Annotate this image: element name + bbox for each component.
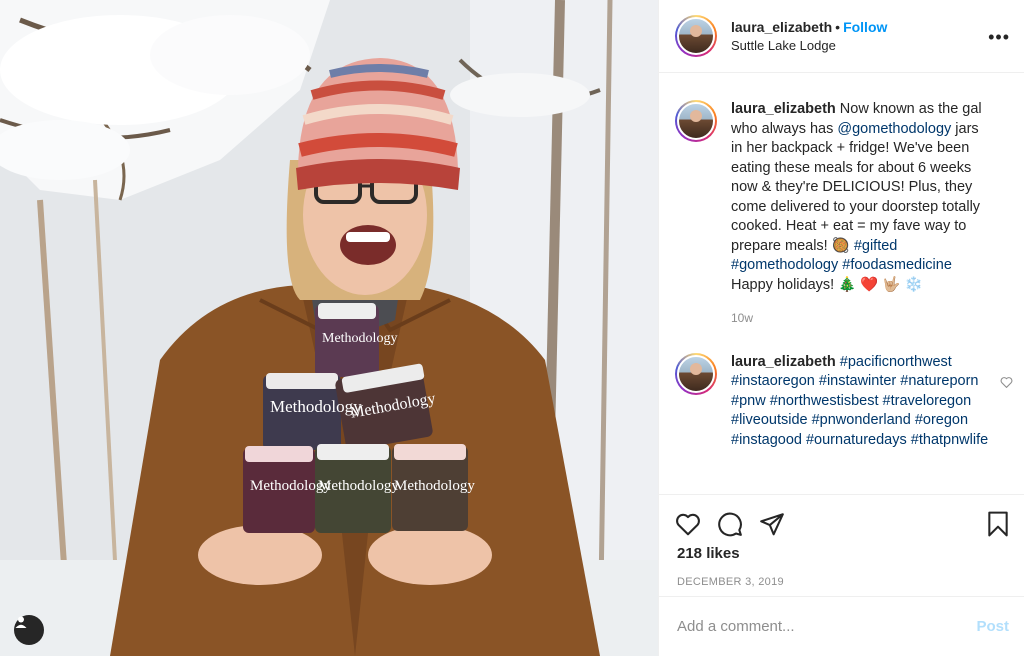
- hashtag-link[interactable]: #liveoutside: [731, 412, 808, 428]
- avatar[interactable]: [675, 15, 717, 57]
- jar-label-1: Methodology: [322, 331, 397, 346]
- post-photo[interactable]: Methodology Methodology Methodology Meth…: [0, 0, 658, 656]
- comment-username[interactable]: laura_elizabeth: [731, 354, 836, 370]
- mention-link[interactable]: @gomethodology: [837, 121, 951, 137]
- caption-body: laura_elizabeth Now known as the gal who…: [731, 100, 991, 329]
- add-comment-bar: Post: [659, 596, 1024, 656]
- hashtag-link[interactable]: #thatpnwlife: [911, 432, 988, 448]
- post-header: laura_elizabeth • Follow Suttle Lake Lodge…: [659, 0, 1024, 73]
- caption-text-2: jars in her backpack + fridge! We've bee…: [731, 120, 981, 254]
- hashtag-link[interactable]: #gifted: [854, 238, 898, 254]
- hashtag-link[interactable]: #instaoregon: [731, 373, 815, 389]
- comment-input[interactable]: [677, 618, 977, 635]
- comment-icon[interactable]: [717, 511, 743, 537]
- user-tag-button[interactable]: [14, 615, 44, 645]
- location-link[interactable]: Suttle Lake Lodge: [731, 37, 887, 55]
- jar-label-5: Methodology: [318, 478, 399, 494]
- jar-label-6: Methodology: [394, 478, 475, 494]
- action-icons: [659, 495, 1024, 541]
- comment: laura_elizabeth #pacificnorthwest #insta…: [659, 329, 1024, 451]
- header-username[interactable]: laura_elizabeth: [731, 19, 832, 35]
- post-actions: 218 likes DECEMBER 3, 2019: [659, 494, 1024, 596]
- small-heart-icon[interactable]: [1000, 375, 1013, 393]
- caption-age[interactable]: 10w: [731, 309, 991, 329]
- caption-username[interactable]: laura_elizabeth: [731, 101, 836, 117]
- hashtag-link[interactable]: #pnw: [731, 393, 766, 409]
- post-date[interactable]: DECEMBER 3, 2019: [659, 562, 1024, 588]
- hashtag-link[interactable]: #oregon: [915, 412, 968, 428]
- hashtag-link[interactable]: #natureporn: [900, 373, 978, 389]
- header-text: laura_elizabeth • Follow Suttle Lake Lodge: [731, 18, 887, 55]
- more-icon[interactable]: •••: [988, 27, 1010, 48]
- heart-icon[interactable]: [675, 512, 701, 536]
- header-separator: •: [835, 18, 841, 35]
- hashtag-link[interactable]: #pacificnorthwest: [840, 354, 952, 370]
- hashtag-link[interactable]: #instagood: [731, 432, 802, 448]
- hashtag-link[interactable]: #ournaturedays: [806, 432, 907, 448]
- caption: laura_elizabeth Now known as the gal who…: [659, 74, 1024, 329]
- hashtag-link[interactable]: #pnwonderland: [812, 412, 911, 428]
- post-sidebar: laura_elizabeth • Follow Suttle Lake Lodge…: [658, 0, 1024, 656]
- hashtag-link[interactable]: #gomethodology: [731, 257, 838, 273]
- hashtag-link[interactable]: #foodasmedicine: [842, 257, 952, 273]
- hashtag-link[interactable]: #instawinter: [819, 373, 896, 389]
- comment-body: laura_elizabeth #pacificnorthwest #insta…: [731, 353, 991, 451]
- comments-list[interactable]: laura_elizabeth Now known as the gal who…: [659, 74, 1024, 494]
- share-icon[interactable]: [759, 512, 785, 536]
- avatar[interactable]: [675, 100, 717, 142]
- avatar[interactable]: [675, 352, 717, 395]
- hashtag-link[interactable]: #northwestisbest: [770, 393, 879, 409]
- photo-illustration: Methodology Methodology Methodology Meth…: [0, 0, 658, 656]
- likes-count[interactable]: 218 likes: [659, 541, 1024, 562]
- bookmark-icon[interactable]: [987, 511, 1009, 537]
- hashtag-link[interactable]: #traveloregon: [883, 393, 972, 409]
- post-button[interactable]: Post: [976, 618, 1009, 635]
- follow-button[interactable]: Follow: [843, 19, 887, 35]
- caption-text-3: Happy holidays! 🎄 ❤️ 🤟🏼 ❄️: [731, 276, 923, 293]
